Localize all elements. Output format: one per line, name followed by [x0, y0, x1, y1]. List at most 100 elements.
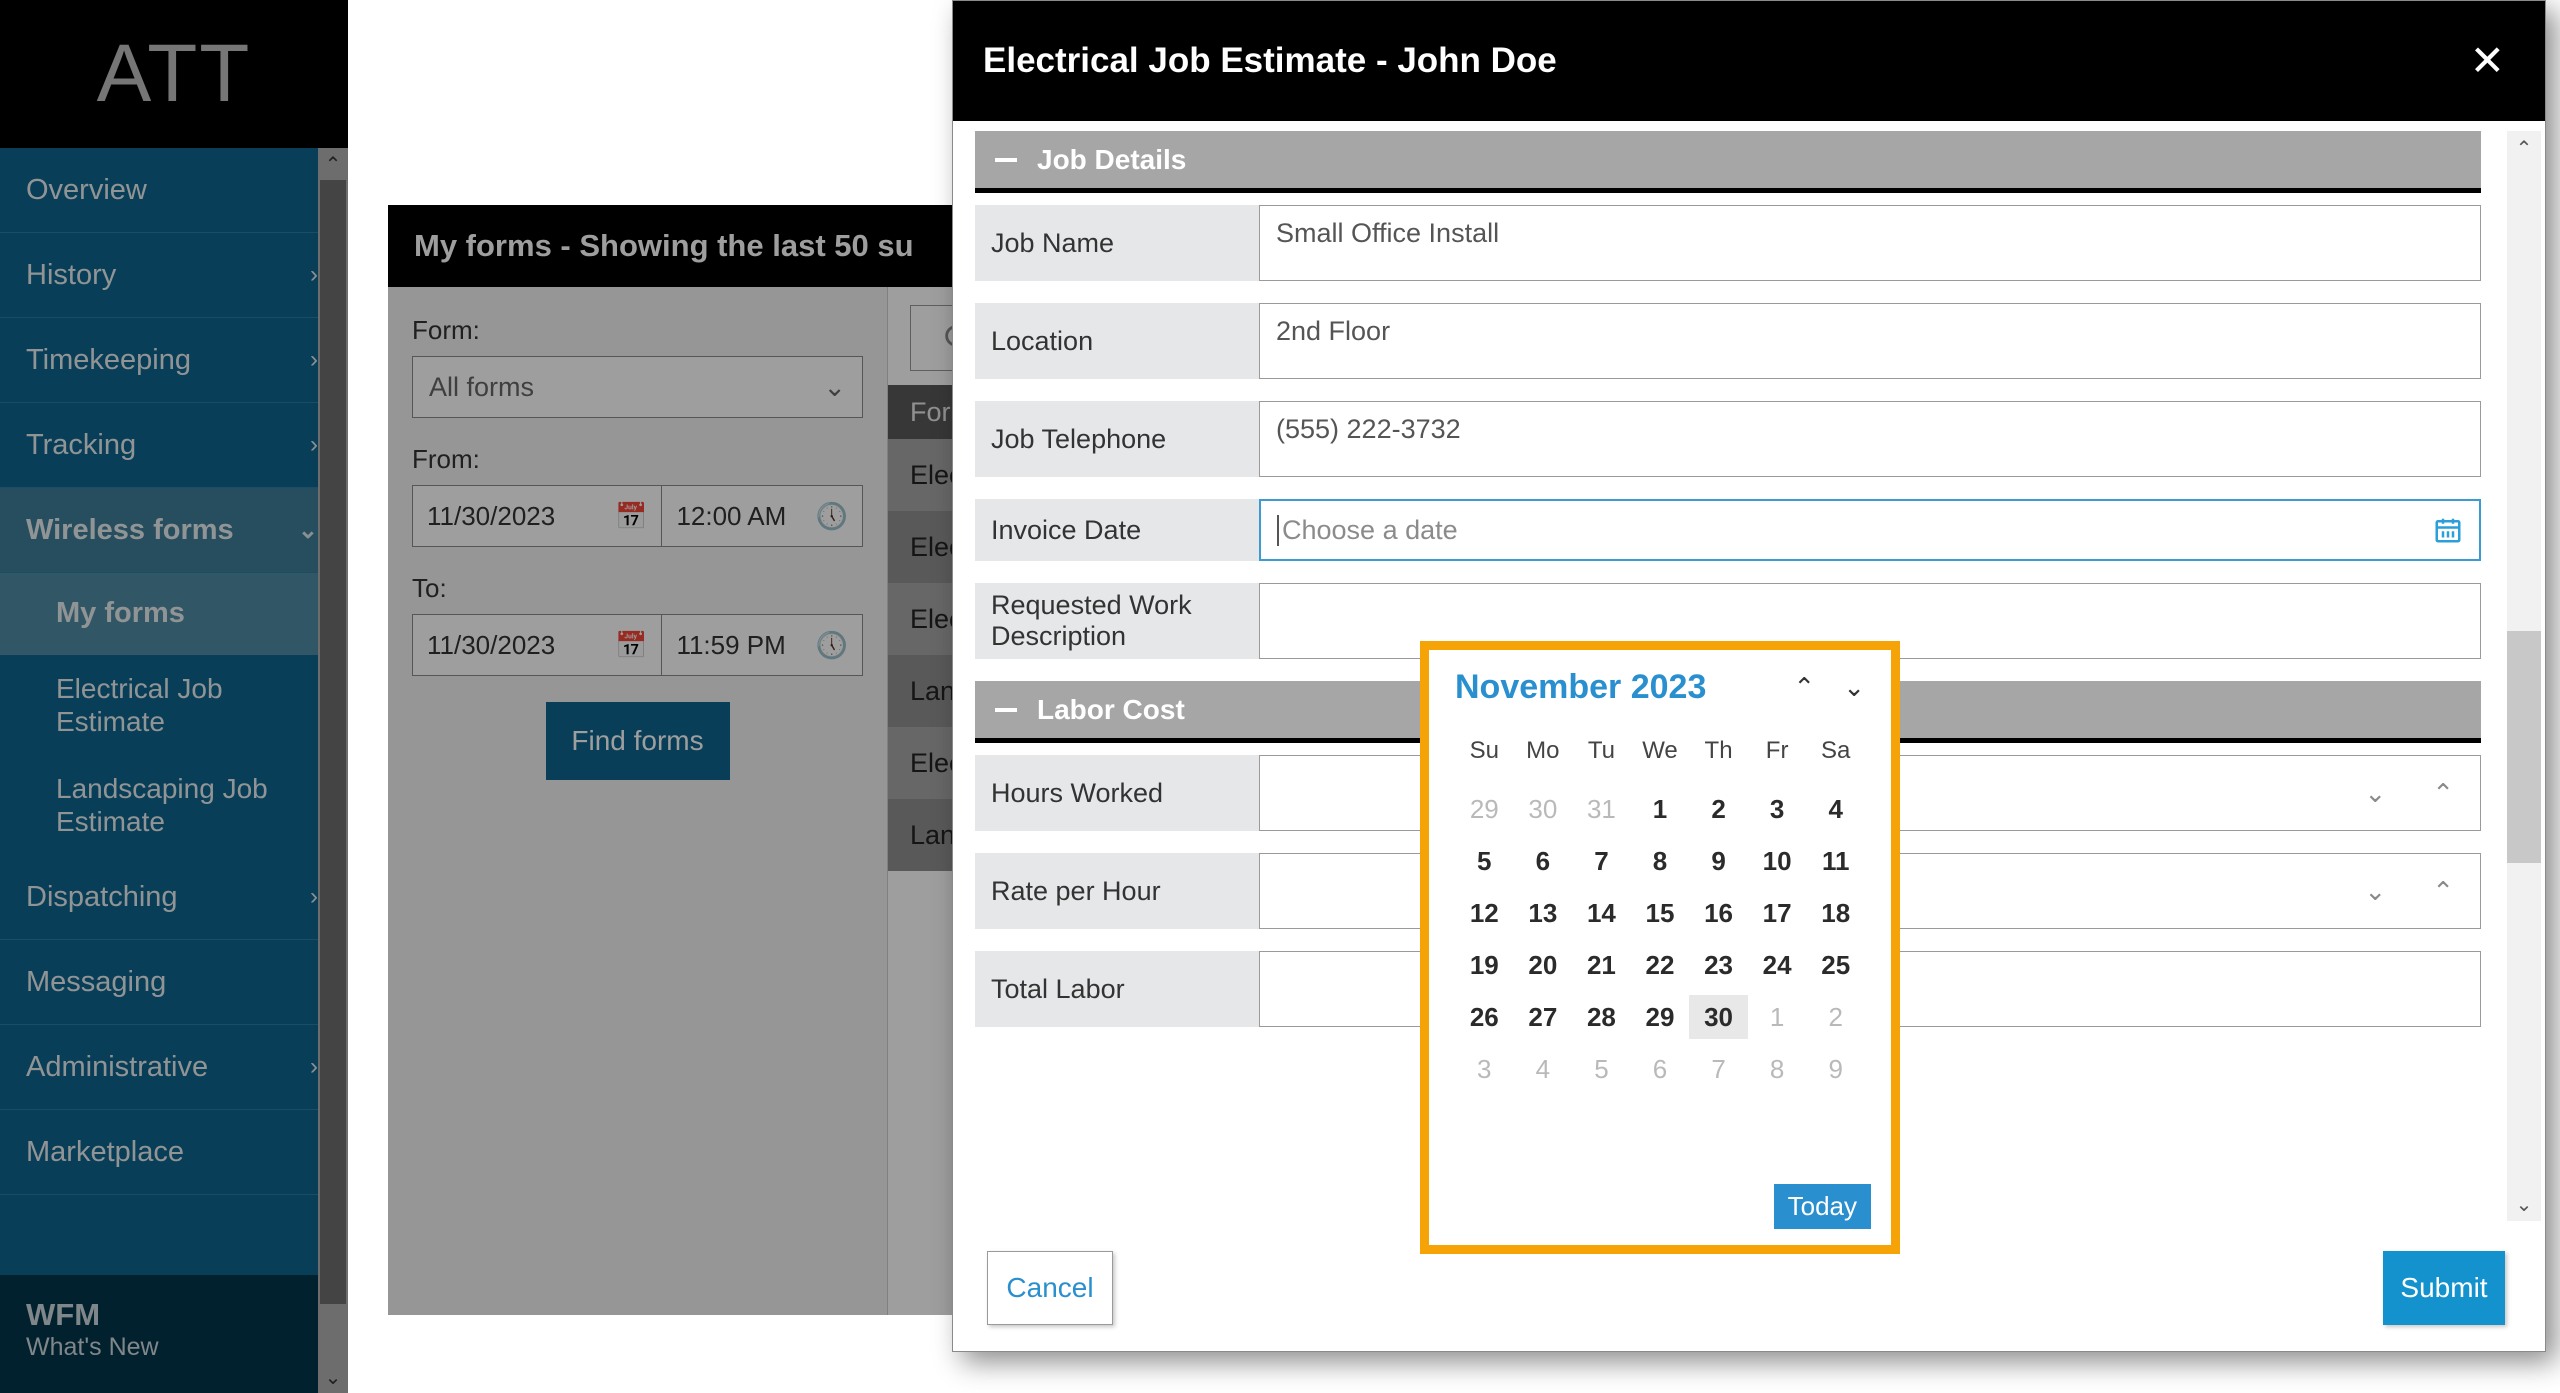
calendar-day[interactable]: 24	[1748, 943, 1807, 987]
calendar-day[interactable]: 23	[1689, 943, 1748, 987]
calendar-day[interactable]: 30	[1514, 787, 1573, 831]
sidebar-item-landscaping-job-estimate[interactable]: Landscaping Job Estimate	[0, 755, 348, 855]
sidebar-item-label: Dispatching	[26, 880, 178, 913]
calendar-day[interactable]: 6	[1631, 1047, 1690, 1091]
scroll-up-icon[interactable]: ⌃	[2507, 131, 2541, 165]
calendar-day[interactable]: 2	[1806, 995, 1865, 1039]
date-picker-nav: ⌃ ⌄	[1793, 672, 1865, 703]
calendar-day[interactable]: 4	[1514, 1047, 1573, 1091]
calendar-day[interactable]: 29	[1455, 787, 1514, 831]
modal-scrollbar[interactable]: ⌃ ⌄	[2507, 131, 2541, 1221]
calendar-day[interactable]: 28	[1572, 995, 1631, 1039]
sidebar-item-marketplace[interactable]: Marketplace	[0, 1110, 348, 1195]
calendar-day[interactable]: 9	[1806, 1047, 1865, 1091]
calendar-day[interactable]: 27	[1514, 995, 1573, 1039]
calendar-day[interactable]: 18	[1806, 891, 1865, 935]
calendar-day[interactable]: 11	[1806, 839, 1865, 883]
invoice-date-input[interactable]: Choose a date	[1259, 499, 2481, 561]
calendar-day[interactable]: 14	[1572, 891, 1631, 935]
close-icon[interactable]: ✕	[2470, 40, 2505, 82]
calendar-day[interactable]: 30	[1689, 995, 1748, 1039]
calendar-day[interactable]: 19	[1455, 943, 1514, 987]
sidebar-item-messaging[interactable]: Messaging	[0, 940, 348, 1025]
modal-scrollbar-thumb[interactable]	[2507, 631, 2541, 863]
calendar-day[interactable]: 9	[1689, 839, 1748, 883]
chevron-up-icon[interactable]: ⌃	[2432, 778, 2454, 809]
to-time-input[interactable]: 11:59 PM 🕔	[661, 614, 863, 676]
chevron-down-icon[interactable]: ⌄	[2364, 778, 2386, 809]
calendar-day[interactable]: 8	[1631, 839, 1690, 883]
sidebar-item-overview[interactable]: Overview	[0, 148, 348, 233]
section-header-job-details[interactable]: Job Details	[975, 131, 2481, 193]
sidebar-footer-whats-new-link[interactable]: What's New	[26, 1333, 322, 1362]
scroll-down-icon[interactable]: ⌄	[318, 1361, 348, 1393]
calendar-icon[interactable]: 📅	[615, 630, 647, 661]
calendar-day[interactable]: 13	[1514, 891, 1573, 935]
to-date-input[interactable]: 11/30/2023 📅	[412, 614, 662, 676]
chevron-down-icon[interactable]: ⌄	[2364, 876, 2386, 907]
calendar-day[interactable]: 5	[1572, 1047, 1631, 1091]
field-label-invoice-date: Invoice Date	[975, 499, 1259, 561]
clock-icon[interactable]: 🕔	[816, 501, 848, 532]
calendar-day[interactable]: 20	[1514, 943, 1573, 987]
from-date-input[interactable]: 11/30/2023 📅	[412, 485, 662, 547]
sidebar-item-tracking[interactable]: Tracking ›	[0, 403, 348, 488]
find-forms-button[interactable]: Find forms	[545, 702, 730, 780]
calendar-day[interactable]: 26	[1455, 995, 1514, 1039]
calendar-day[interactable]: 21	[1572, 943, 1631, 987]
calendar-day[interactable]: 3	[1455, 1047, 1514, 1091]
date-picker-month-year[interactable]: November 2023	[1455, 668, 1706, 707]
sidebar-item-my-forms[interactable]: My forms	[0, 573, 348, 655]
sidebar-item-administrative[interactable]: Administrative ›	[0, 1025, 348, 1110]
calendar-day[interactable]: 6	[1514, 839, 1573, 883]
calendar-day[interactable]: 16	[1689, 891, 1748, 935]
sidebar-item-history[interactable]: History ›	[0, 233, 348, 318]
brand-logo: ATT	[96, 28, 252, 119]
job-name-input[interactable]: Small Office Install	[1259, 205, 2481, 281]
calendar-day[interactable]: 7	[1689, 1047, 1748, 1091]
from-time-input[interactable]: 12:00 AM 🕔	[661, 485, 863, 547]
weekday-header: Sa	[1821, 737, 1851, 764]
sidebar-item-wireless-forms[interactable]: Wireless forms ⌄	[0, 488, 348, 573]
sidebar-item-electrical-job-estimate[interactable]: Electrical Job Estimate	[0, 655, 348, 755]
sidebar-item-dispatching[interactable]: Dispatching ›	[0, 855, 348, 940]
cancel-button[interactable]: Cancel	[987, 1251, 1113, 1325]
scroll-down-icon[interactable]: ⌄	[2507, 1187, 2541, 1221]
location-input[interactable]: 2nd Floor	[1259, 303, 2481, 379]
chevron-up-icon[interactable]: ⌃	[2432, 876, 2454, 907]
calendar-day[interactable]: 31	[1572, 787, 1631, 831]
section-title: Labor Cost	[1037, 693, 1185, 725]
calendar-day[interactable]: 1	[1631, 787, 1690, 831]
weekday-header: Su	[1469, 737, 1499, 764]
calendar-icon[interactable]: 📅	[615, 501, 647, 532]
job-telephone-input[interactable]: (555) 222-3732	[1259, 401, 2481, 477]
chevron-up-icon[interactable]: ⌃	[1793, 672, 1815, 703]
sidebar-footer[interactable]: WFM What's New	[0, 1275, 348, 1393]
form-filter-select[interactable]: All forms ⌄	[412, 356, 863, 418]
calendar-day[interactable]: 22	[1631, 943, 1690, 987]
calendar-day[interactable]: 17	[1748, 891, 1807, 935]
calendar-icon[interactable]	[2433, 515, 2463, 545]
sidebar-scrollbar[interactable]: ⌃ ⌄	[318, 148, 348, 1393]
sidebar-scrollbar-thumb[interactable]	[320, 180, 346, 1304]
calendar-day[interactable]: 8	[1748, 1047, 1807, 1091]
calendar-day[interactable]: 5	[1455, 839, 1514, 883]
calendar-day[interactable]: 7	[1572, 839, 1631, 883]
sidebar-item-timekeeping[interactable]: Timekeeping ›	[0, 318, 348, 403]
calendar-day[interactable]: 12	[1455, 891, 1514, 935]
clock-icon[interactable]: 🕔	[816, 630, 848, 661]
today-button[interactable]: Today	[1773, 1184, 1871, 1229]
calendar-day[interactable]: 15	[1631, 891, 1690, 935]
calendar-day[interactable]: 25	[1806, 943, 1865, 987]
calendar-day[interactable]: 1	[1748, 995, 1807, 1039]
field-row-invoice-date: Invoice Date Choose a date	[975, 499, 2481, 561]
sidebar-item-label: Wireless forms	[26, 513, 234, 546]
calendar-day[interactable]: 10	[1748, 839, 1807, 883]
calendar-day[interactable]: 29	[1631, 995, 1690, 1039]
submit-button[interactable]: Submit	[2383, 1251, 2505, 1325]
calendar-day[interactable]: 3	[1748, 787, 1807, 831]
chevron-down-icon[interactable]: ⌄	[1843, 672, 1865, 703]
calendar-day[interactable]: 4	[1806, 787, 1865, 831]
scroll-up-icon[interactable]: ⌃	[318, 148, 348, 180]
calendar-day[interactable]: 2	[1689, 787, 1748, 831]
